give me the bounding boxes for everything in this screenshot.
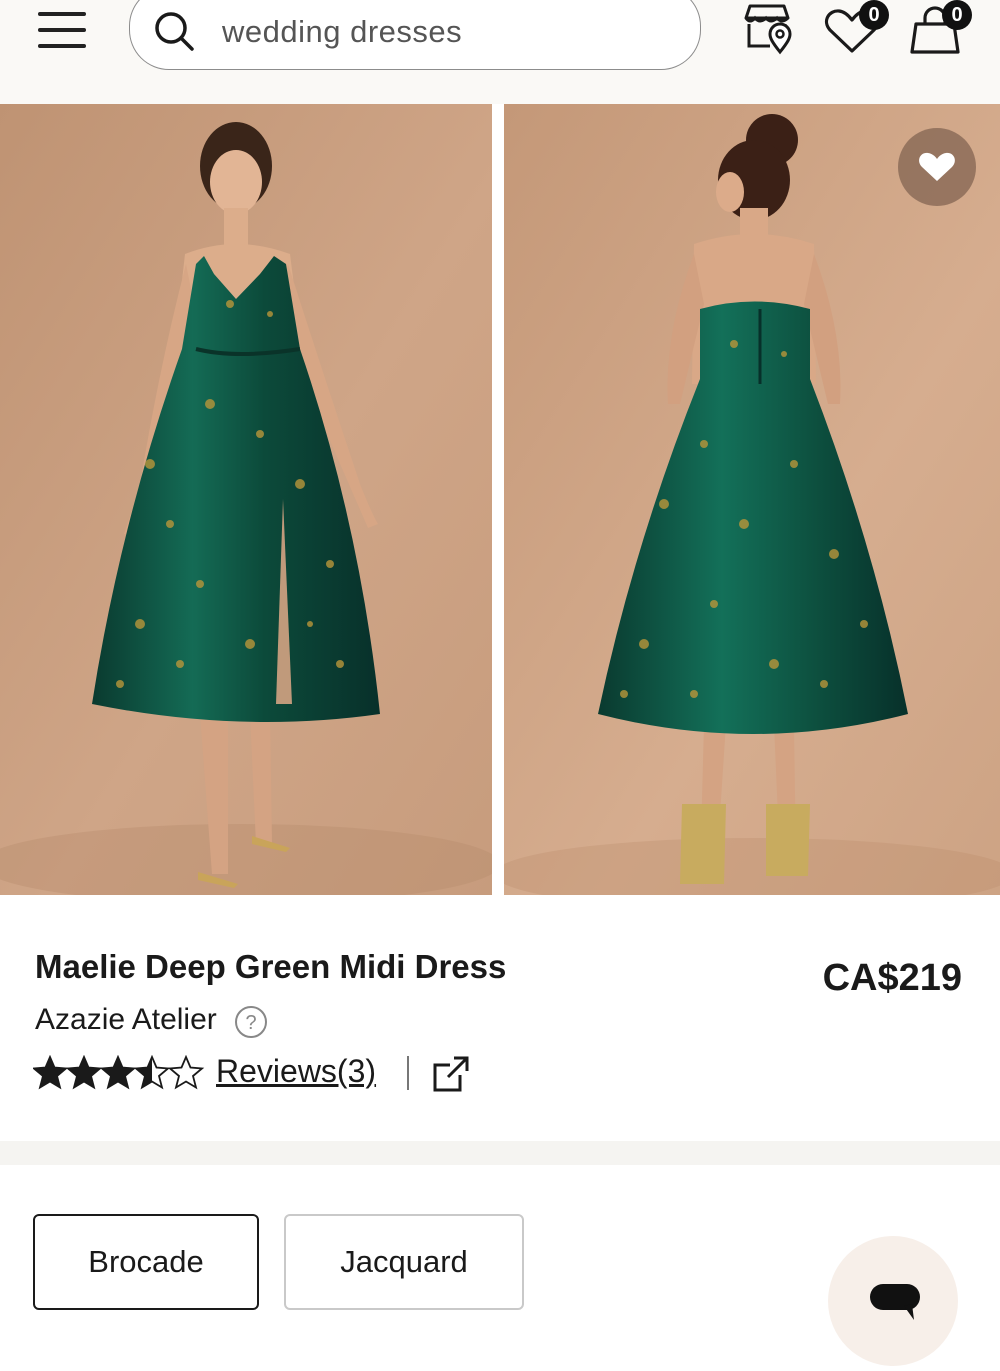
add-to-favorites-button[interactable] [898, 128, 976, 206]
chat-bubble-icon [870, 1284, 920, 1320]
heart-icon [919, 152, 955, 181]
product-image-back[interactable] [504, 104, 1000, 895]
cart-count-badge: 0 [942, 0, 972, 30]
chat-button[interactable] [828, 1236, 958, 1366]
svg-text:?: ? [245, 1012, 256, 1034]
search-input[interactable] [220, 9, 664, 55]
store-locator-icon[interactable] [740, 2, 796, 56]
divider [407, 1056, 409, 1090]
fabric-option-brocade[interactable]: Brocade [33, 1214, 259, 1310]
help-icon[interactable]: ? [234, 1005, 268, 1039]
star-icon [101, 1056, 135, 1089]
product-price: CA$219 [822, 957, 962, 999]
product-image-front[interactable] [0, 104, 492, 895]
reviews-link[interactable]: Reviews(3) [216, 1053, 376, 1090]
top-bar: 0 0 [0, 0, 1000, 104]
search-icon [155, 12, 194, 51]
rating-stars [33, 1056, 203, 1089]
dress-front-illustration [0, 104, 492, 895]
star-icon [67, 1056, 101, 1089]
star-icon [135, 1056, 169, 1089]
star-icon [169, 1056, 203, 1089]
product-title: Maelie Deep Green Midi Dress [35, 948, 507, 985]
section-divider [0, 1141, 1000, 1165]
dress-back-illustration [504, 104, 1000, 895]
search-bar[interactable] [129, 0, 701, 70]
fabric-option-jacquard[interactable]: Jacquard [284, 1214, 524, 1310]
share-icon[interactable] [432, 1055, 470, 1093]
menu-button[interactable] [36, 10, 90, 50]
wishlist-count-badge: 0 [859, 0, 889, 30]
brand-name: Azazie Atelier [35, 1003, 217, 1036]
star-icon [33, 1056, 67, 1089]
